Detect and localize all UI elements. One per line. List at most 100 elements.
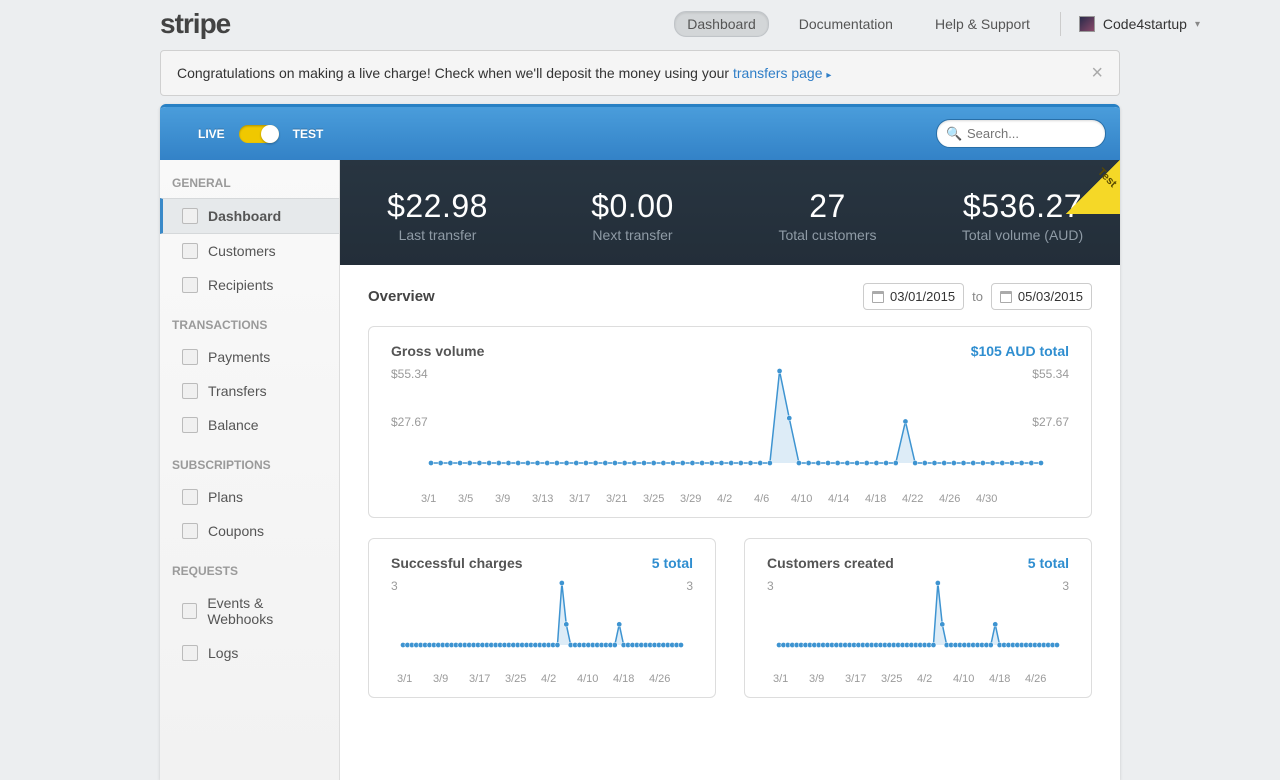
stat-next-transfer: $0.00 Next transfer <box>535 188 730 243</box>
x-tick: 4/18 <box>613 673 649 685</box>
live-test-toggle[interactable] <box>239 125 279 143</box>
nav-item-icon <box>182 383 198 399</box>
notice-banner: Congratulations on making a live charge!… <box>160 50 1120 96</box>
chevron-down-icon: ▾ <box>1195 19 1200 30</box>
chart-title: Gross volume <box>391 343 484 359</box>
nav-item-icon <box>182 208 198 224</box>
x-tick: 4/26 <box>1025 673 1061 685</box>
username-label: Code4startup <box>1103 16 1187 32</box>
x-axis: 3/13/93/173/254/24/104/184/26 <box>767 673 1069 685</box>
gross-volume-chart: $55.34 $55.34 $27.67 $27.67 <box>391 367 1069 487</box>
search-wrap: 🔍 <box>936 119 1106 148</box>
sidebar-item-dashboard[interactable]: Dashboard <box>160 198 339 234</box>
x-tick: 4/10 <box>577 673 613 685</box>
x-tick: 4/30 <box>976 493 1013 505</box>
stat-last-transfer: $22.98 Last transfer <box>340 188 535 243</box>
x-tick: 3/17 <box>469 673 505 685</box>
sidebar-item-logs[interactable]: Logs <box>160 636 339 670</box>
chart-title: Customers created <box>767 555 894 571</box>
x-tick: 3/1 <box>397 673 433 685</box>
x-tick: 4/26 <box>649 673 685 685</box>
x-tick: 4/2 <box>917 673 953 685</box>
x-tick: 3/25 <box>505 673 541 685</box>
calendar-icon <box>1000 291 1012 303</box>
avatar <box>1079 16 1095 32</box>
date-to-input[interactable]: 05/03/2015 <box>991 283 1092 310</box>
nav-dashboard[interactable]: Dashboard <box>674 11 769 37</box>
user-menu[interactable]: Code4startup ▾ <box>1079 16 1200 32</box>
mode-switcher: LIVE TEST <box>174 125 323 143</box>
x-tick: 4/2 <box>717 493 754 505</box>
chart-total: 5 total <box>1028 555 1069 571</box>
nav-item-icon <box>182 243 198 259</box>
notice-text: Congratulations on making a live charge!… <box>177 65 831 81</box>
x-tick: 4/6 <box>754 493 791 505</box>
top-nav: Dashboard Documentation Help & Support C… <box>674 11 1200 37</box>
nav-item-icon <box>182 277 198 293</box>
x-tick: 3/17 <box>845 673 881 685</box>
test-corner-badge: Test <box>1066 160 1120 214</box>
x-tick: 3/13 <box>532 493 569 505</box>
transfers-page-link[interactable]: transfers page ▸ <box>733 65 831 81</box>
blue-header: LIVE TEST 🔍 <box>160 107 1120 160</box>
nav-item-icon <box>182 523 198 539</box>
x-tick: 3/29 <box>680 493 717 505</box>
x-tick: 3/17 <box>569 493 606 505</box>
sidebar-item-label: Dashboard <box>208 208 281 224</box>
sidebar-item-customers[interactable]: Customers <box>160 234 339 268</box>
customers-created-card: Customers created 5 total 3 3 3/13/93/17… <box>744 538 1092 698</box>
stripe-logo: stripe <box>160 8 230 40</box>
sidebar-section-label: REQUESTS <box>160 548 339 586</box>
x-tick: 4/14 <box>828 493 865 505</box>
sidebar: GENERALDashboardCustomersRecipientsTRANS… <box>160 160 340 780</box>
sidebar-item-balance[interactable]: Balance <box>160 408 339 442</box>
sidebar-section-label: SUBSCRIPTIONS <box>160 442 339 480</box>
search-icon: 🔍 <box>946 126 962 142</box>
nav-item-icon <box>182 489 198 505</box>
successful-charges-chart: 3 3 <box>391 579 693 667</box>
sidebar-item-label: Balance <box>208 417 259 433</box>
sidebar-item-label: Transfers <box>208 383 267 399</box>
x-tick: 4/10 <box>791 493 828 505</box>
date-from-input[interactable]: 03/01/2015 <box>863 283 964 310</box>
x-tick: 3/25 <box>643 493 680 505</box>
gross-volume-card: Gross volume $105 AUD total $55.34 $55.3… <box>368 326 1092 518</box>
nav-documentation[interactable]: Documentation <box>787 12 905 36</box>
successful-charges-card: Successful charges 5 total 3 3 3/13/93/1… <box>368 538 716 698</box>
x-tick: 3/9 <box>495 493 532 505</box>
x-axis: 3/13/53/93/133/173/213/253/294/24/64/104… <box>391 493 1069 505</box>
chart-title: Successful charges <box>391 555 523 571</box>
sidebar-section-label: GENERAL <box>160 160 339 198</box>
x-tick: 4/18 <box>989 673 1025 685</box>
x-tick: 4/26 <box>939 493 976 505</box>
sidebar-item-payments[interactable]: Payments <box>160 340 339 374</box>
nav-divider <box>1060 12 1061 36</box>
x-tick: 4/18 <box>865 493 902 505</box>
x-tick: 3/21 <box>606 493 643 505</box>
sidebar-item-recipients[interactable]: Recipients <box>160 268 339 302</box>
date-range-picker: 03/01/2015 to 05/03/2015 <box>863 283 1092 310</box>
x-tick: 4/10 <box>953 673 989 685</box>
sidebar-item-label: Coupons <box>208 523 264 539</box>
sidebar-item-transfers[interactable]: Transfers <box>160 374 339 408</box>
sidebar-item-label: Recipients <box>208 277 273 293</box>
overview-section: Overview 03/01/2015 to 05/03/2015 <box>340 265 1120 736</box>
sidebar-item-label: Customers <box>208 243 276 259</box>
calendar-icon <box>872 291 884 303</box>
sidebar-item-label: Logs <box>208 645 238 661</box>
x-tick: 4/2 <box>541 673 577 685</box>
close-icon[interactable]: × <box>1091 63 1103 83</box>
x-tick: 3/25 <box>881 673 917 685</box>
stat-total-customers: 27 Total customers <box>730 188 925 243</box>
x-tick: 3/5 <box>458 493 495 505</box>
x-tick: 3/9 <box>433 673 469 685</box>
x-tick: 4/22 <box>902 493 939 505</box>
sidebar-item-plans[interactable]: Plans <box>160 480 339 514</box>
sidebar-item-events-webhooks[interactable]: Events & Webhooks <box>160 586 339 636</box>
nav-item-icon <box>182 417 198 433</box>
test-label: TEST <box>293 127 324 141</box>
nav-help-support[interactable]: Help & Support <box>923 12 1042 36</box>
sidebar-item-label: Events & Webhooks <box>207 595 327 627</box>
sidebar-item-coupons[interactable]: Coupons <box>160 514 339 548</box>
main-content: Test $22.98 Last transfer $0.00 Next tra… <box>340 160 1120 780</box>
